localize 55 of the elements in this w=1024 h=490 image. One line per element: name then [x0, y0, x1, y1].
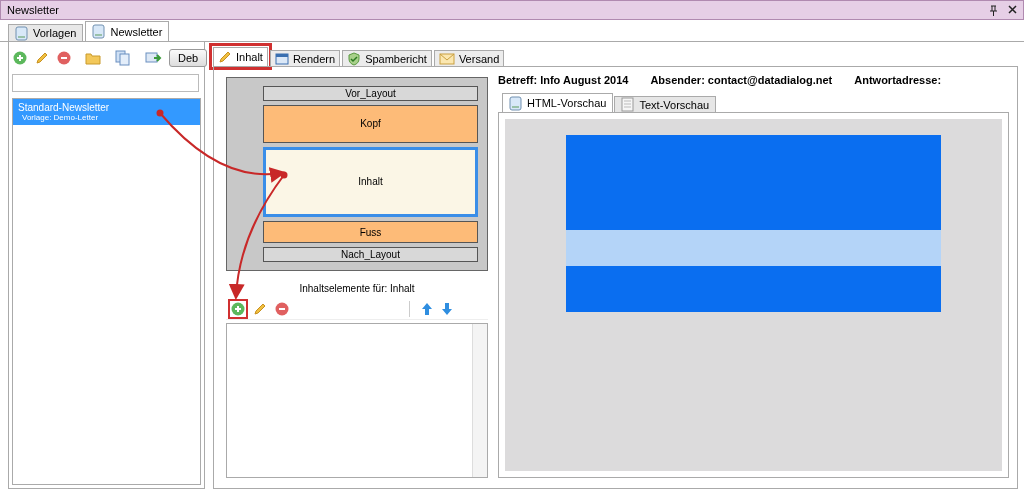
header-text: Betreff: Info August 2014 — [498, 74, 629, 86]
document-icon — [15, 25, 28, 41]
text-page-icon — [621, 97, 635, 112]
section-tab[interactable]: Rendern — [269, 50, 341, 66]
search-field[interactable] — [12, 74, 199, 92]
layout-block[interactable]: Kopf — [263, 104, 478, 143]
layout-block[interactable]: Inhalt — [263, 146, 478, 218]
document-tab[interactable]: Newsletter — [85, 21, 170, 41]
toolbar-button[interactable] — [252, 301, 268, 317]
toolbar-button[interactable] — [34, 50, 50, 66]
elements-list[interactable] — [226, 323, 488, 478]
section-tab[interactable]: Spambericht — [342, 50, 432, 66]
section-tab[interactable]: Versand — [433, 50, 505, 66]
toolbar-button[interactable] — [56, 50, 72, 66]
preview-tab[interactable]: Text-Vorschau — [614, 96, 717, 112]
folder-icon — [85, 51, 101, 65]
preview-tab[interactable]: HTML-Vorschau — [502, 93, 614, 112]
close-icon[interactable] — [1008, 4, 1017, 14]
toolbar-button[interactable] — [84, 50, 102, 66]
arrow-down-icon — [441, 302, 453, 316]
remove-icon — [275, 302, 289, 316]
toolbar-button[interactable] — [420, 301, 434, 317]
pin-icon[interactable] — [989, 4, 998, 16]
document-icon — [92, 24, 106, 39]
deb-button[interactable]: Deb — [169, 49, 208, 67]
item-subtitle: Vorlage: Demo-Letter — [21, 113, 100, 122]
window-title: Newsletter — [7, 4, 59, 16]
toolbar-button[interactable] — [440, 301, 454, 317]
arrow-up-icon — [421, 302, 433, 316]
copy-icon — [115, 50, 131, 66]
header-text: Antwortadresse: — [854, 74, 942, 86]
window-icon — [274, 51, 289, 66]
toolbar-button[interactable] — [274, 301, 290, 317]
remove-icon — [57, 51, 71, 65]
envelope-icon — [438, 52, 455, 65]
pencil-icon — [218, 50, 232, 64]
elements-caption: Inhaltselemente für: Inhalt — [299, 283, 415, 294]
toolbar-button[interactable] — [12, 50, 28, 66]
shield-check-icon — [347, 51, 362, 66]
header-text: Absender: contact@datadialog.net — [650, 74, 833, 86]
add-icon — [231, 302, 245, 316]
pencil-icon — [253, 302, 267, 316]
toolbar-button[interactable] — [230, 301, 246, 317]
layout-block[interactable]: Vor_Layout — [263, 86, 478, 101]
mail-send-icon — [145, 51, 162, 65]
add-icon — [13, 51, 27, 65]
toolbar-button[interactable] — [114, 49, 132, 67]
pencil-icon — [35, 51, 49, 65]
layout-block[interactable]: Nach_Layout — [263, 247, 478, 262]
document-tab[interactable]: Vorlagen — [8, 24, 84, 41]
scrollbar[interactable] — [472, 324, 487, 477]
item-title: Standard-Newsletter — [18, 102, 111, 113]
layout-block[interactable]: Fuss — [263, 221, 478, 244]
document-icon — [509, 95, 522, 111]
toolbar-button[interactable] — [144, 50, 163, 66]
